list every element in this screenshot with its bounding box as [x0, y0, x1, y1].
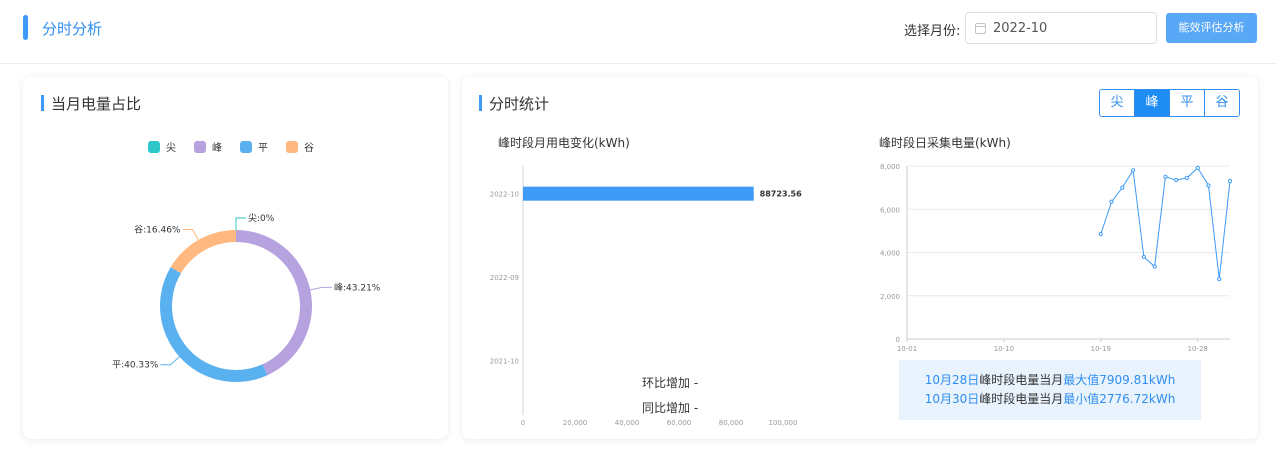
yoy-change: 同比增加 -: [642, 401, 699, 415]
donut-label-line-1: [310, 286, 333, 291]
line-chart-title: 峰时段日采集电量(kWh): [879, 136, 1011, 150]
calendar-icon: [975, 23, 986, 34]
tab-jian[interactable]: 尖: [1100, 90, 1135, 116]
max-info-line: 10月28日峰时段电量当月最大值7909.81kWh: [899, 371, 1201, 388]
mom-change: 环比增加 -: [642, 376, 699, 390]
energy-eval-button[interactable]: 能效评估分析: [1166, 13, 1257, 43]
line-point: [1227, 179, 1232, 184]
max-text: 峰时段电量当月: [979, 373, 1064, 387]
bar-x-tick-label: 0: [521, 419, 525, 427]
page: 分时分析 选择月份: 2022-10 能效评估分析 当月电量占比 尖 峰 平 谷…: [0, 0, 1276, 473]
month-value: 2022-10: [993, 21, 1048, 36]
line-point: [1217, 276, 1222, 282]
bar-value-label: 88723.56: [760, 190, 802, 199]
line-y-tick-label: 8,000: [880, 163, 900, 171]
peak-info-box: 10月28日峰时段电量当月最大值7909.81kWh 10月30日峰时段电量当月…: [899, 360, 1201, 420]
max-value: 最大值7909.81kWh: [1063, 373, 1176, 387]
bar-chart: 0 20,000 40,000 60,000 80,000 100,000 2022-10 8…: [490, 165, 802, 427]
line-point: [1195, 165, 1200, 171]
donut-label-line-2: [160, 356, 180, 366]
donut-label-line-3: [182, 229, 199, 241]
time-stats-card: 分时统计 尖 峰 平 谷 峰时段月用电变化(kWh) 峰时段日采集电量(kWh)…: [462, 77, 1258, 439]
line-point: [1206, 183, 1211, 188]
donut-label-line-0: [235, 217, 246, 230]
month-label: 选择月份:: [904, 24, 961, 39]
section-accent-bar: [479, 95, 482, 111]
tab-ping[interactable]: 平: [1170, 90, 1205, 116]
min-value: 最小值2776.72kWh: [1063, 392, 1176, 406]
tab-feng[interactable]: 峰: [1135, 90, 1170, 116]
donut-slice-1: [236, 230, 313, 376]
line-x-tick-label: 10-28: [1188, 345, 1208, 352]
bar-y-tick-label: 2021-10: [490, 357, 519, 365]
max-date: 10月28日: [924, 373, 980, 387]
bar-chart-title: 峰时段月用电变化(kWh): [498, 136, 630, 150]
bar-y-tick-label: 2022-10: [490, 191, 519, 199]
line-point: [1141, 254, 1146, 259]
donut-slice-2: [160, 267, 268, 382]
period-tabs: 尖 峰 平 谷: [1099, 89, 1240, 117]
min-text: 峰时段电量当月: [979, 392, 1064, 406]
line-series: [1100, 167, 1231, 280]
section-title: 分时统计: [489, 95, 550, 113]
min-date: 10月30日: [924, 392, 980, 406]
donut-slice-3: [170, 230, 236, 274]
line-point: [1174, 177, 1179, 183]
bar-x-tick-label: 60,000: [667, 419, 692, 427]
line-chart: 0 2,000 4,000 6,000 8,000 10-01 10-10 10-19 10-2…: [880, 163, 1232, 352]
line-point: [1109, 199, 1114, 204]
line-point: [1184, 175, 1190, 180]
line-point: [1152, 264, 1157, 269]
bar-y-tick-label: 2022-09: [490, 274, 519, 282]
bar-x-tick-label: 100,000: [769, 419, 798, 427]
line-y-tick-label: 4,000: [880, 250, 900, 258]
bar-0: [523, 186, 754, 201]
line-y-tick-label: 2,000: [880, 293, 900, 301]
header: 分时分析 选择月份: 2022-10 能效评估分析: [0, 0, 1276, 64]
line-x-tick-label: 10-01: [897, 345, 917, 352]
line-x-tick-label: 10-10: [994, 345, 1014, 352]
line-point: [1163, 174, 1168, 179]
monthly-share-card: 当月电量占比 尖 峰 平 谷 尖:0% 峰:43.21% 平:40.33% 谷:16.…: [23, 77, 448, 439]
month-picker[interactable]: 2022-10: [965, 12, 1157, 44]
donut-label-0: 尖:0%: [248, 212, 275, 224]
line-y-tick-label: 6,000: [880, 206, 900, 214]
donut-label-3: 谷:16.46%: [134, 225, 181, 236]
header-accent-bar: [23, 15, 28, 40]
bar-x-tick-label: 40,000: [615, 419, 640, 427]
bar-x-tick-label: 20,000: [563, 419, 588, 427]
donut-label-2: 平:40.33%: [112, 360, 159, 371]
min-info-line: 10月30日峰时段电量当月最小值2776.72kWh: [899, 390, 1201, 407]
donut-label-1: 峰:43.21%: [334, 282, 381, 293]
tab-gu[interactable]: 谷: [1205, 90, 1239, 116]
line-x-tick-label: 10-19: [1091, 345, 1111, 352]
line-y-tick-label: 0: [896, 336, 900, 344]
line-point: [1098, 232, 1103, 237]
donut-chart: 尖:0% 峰:43.21% 平:40.33% 谷:16.46%: [112, 212, 381, 382]
bar-x-tick-label: 80,000: [719, 419, 744, 427]
line-point: [1120, 185, 1125, 190]
line-point: [1131, 168, 1136, 173]
page-title: 分时分析: [42, 20, 103, 38]
